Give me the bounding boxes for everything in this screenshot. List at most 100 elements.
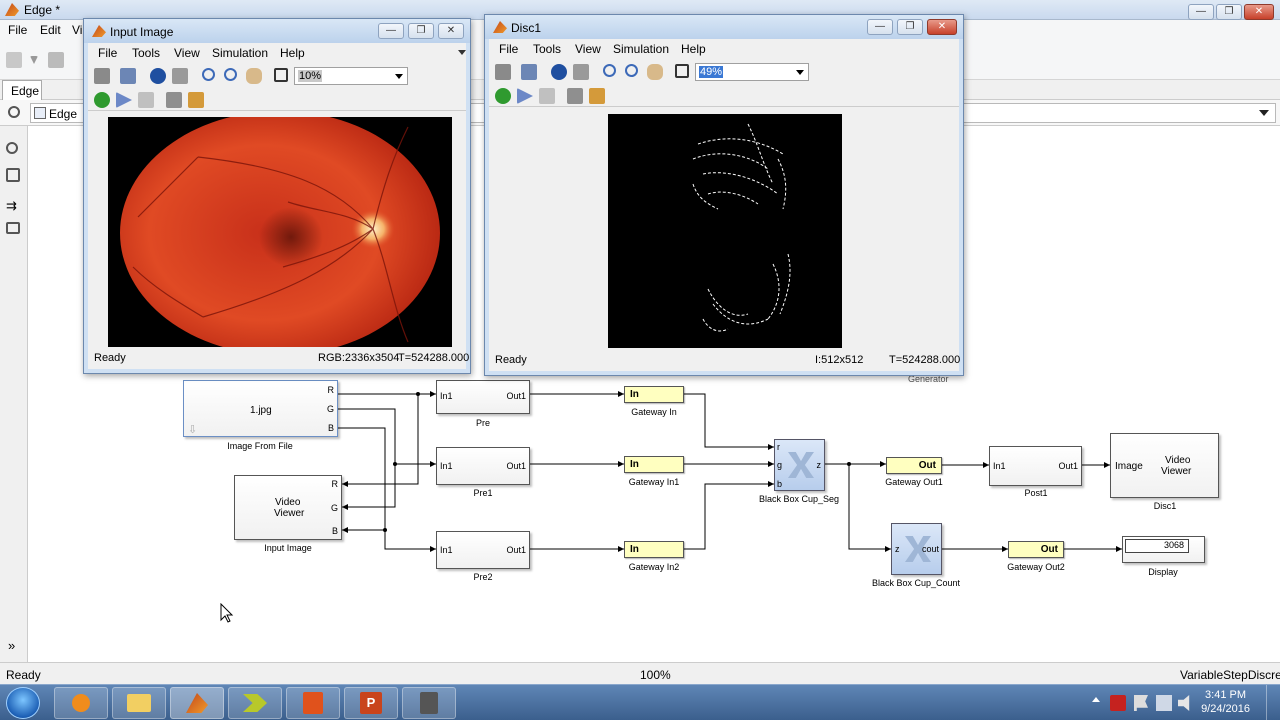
- dock-icon[interactable]: [458, 50, 466, 55]
- system-clock[interactable]: 3:41 PM 9/24/2016: [1201, 688, 1250, 716]
- zoom-out-icon[interactable]: [224, 68, 237, 81]
- gateway-out1-block[interactable]: Out: [886, 457, 942, 474]
- highlight-block-icon[interactable]: [188, 92, 204, 108]
- menu-file[interactable]: File: [499, 42, 518, 56]
- input-zoom-select[interactable]: 10%: [294, 67, 408, 85]
- menu-help[interactable]: Help: [280, 46, 305, 60]
- flag-tray-icon[interactable]: [1134, 695, 1148, 711]
- disc1-viewer-window[interactable]: Disc1 — ❐ ✕ File Tools View Simulation H…: [484, 14, 964, 376]
- run-icon[interactable]: [495, 88, 511, 104]
- pre1-block[interactable]: In1 Out1: [436, 447, 530, 485]
- powerpoint-taskbar-icon[interactable]: P: [344, 687, 398, 719]
- gateway-in-block[interactable]: In: [624, 386, 684, 403]
- print-icon[interactable]: [495, 64, 511, 80]
- menu-simulation[interactable]: Simulation: [212, 46, 268, 60]
- volume-tray-icon[interactable]: [1178, 695, 1190, 711]
- menu-view[interactable]: View: [174, 46, 200, 60]
- pre1-out-port: Out1: [506, 461, 526, 471]
- post1-block[interactable]: In1 Out1: [989, 446, 1082, 486]
- info-icon[interactable]: [150, 68, 166, 84]
- pre2-block[interactable]: In1 Out1: [436, 531, 530, 569]
- zoom-level: 100%: [640, 668, 671, 682]
- input-viewer-close-button[interactable]: ✕: [438, 23, 464, 39]
- gateway-out2-block[interactable]: Out: [1008, 541, 1064, 558]
- pre1-label: Pre1: [473, 488, 493, 498]
- chevron-down-icon: [796, 70, 804, 75]
- input-viewer-maximize-button[interactable]: ❐: [408, 23, 434, 39]
- gateway-in1-block[interactable]: In: [624, 456, 684, 473]
- pan-hand-icon[interactable]: [647, 64, 663, 80]
- media-player-taskbar-icon[interactable]: [54, 687, 108, 719]
- file-explorer-taskbar-icon[interactable]: [112, 687, 166, 719]
- print-icon[interactable]: [94, 68, 110, 84]
- tray-expand-icon[interactable]: [1092, 697, 1100, 702]
- input-viewer-title: Input Image: [110, 25, 174, 39]
- gateway-in1-text: In: [630, 459, 639, 470]
- image-from-file-block[interactable]: 1.jpg R G B ⇩: [183, 380, 338, 437]
- zoom-in-icon[interactable]: [603, 64, 616, 77]
- stop-icon[interactable]: [138, 92, 154, 108]
- pixel-region-icon[interactable]: [573, 64, 589, 80]
- pre-block[interactable]: In1 Out1: [436, 380, 530, 414]
- highlight-block-icon[interactable]: [589, 88, 605, 104]
- video-viewer-disc-block[interactable]: Image Video Viewer: [1110, 433, 1219, 498]
- menu-tools[interactable]: Tools: [132, 46, 160, 60]
- pan-hand-icon[interactable]: [246, 68, 262, 84]
- export-icon[interactable]: [521, 64, 537, 80]
- xilinx-taskbar-icon[interactable]: [228, 687, 282, 719]
- stop-icon[interactable]: [539, 88, 555, 104]
- fundus-image: [108, 117, 452, 347]
- disc1-viewer-title: Disc1: [511, 21, 542, 35]
- disc1-viewer-time: T=524288.000: [889, 354, 961, 366]
- black-box-cup-seg-block[interactable]: r g b z: [774, 439, 825, 491]
- acrobat-tray-icon[interactable]: [1110, 695, 1126, 711]
- camera-taskbar-icon[interactable]: [402, 687, 456, 719]
- snapshot-icon[interactable]: [567, 88, 583, 104]
- input-image-viewer-window[interactable]: Input Image — ❐ ✕ File Tools View Simula…: [83, 18, 471, 374]
- disc1-viewer-titlebar[interactable]: Disc1 — ❐ ✕: [485, 15, 963, 39]
- input-image-display-area: [88, 111, 466, 349]
- menu-help[interactable]: Help: [681, 42, 706, 56]
- office-taskbar-icon[interactable]: [286, 687, 340, 719]
- input-viewer-minimize-button[interactable]: —: [378, 23, 404, 39]
- run-icon[interactable]: [94, 92, 110, 108]
- black-box-cup-count-block[interactable]: z cout: [891, 523, 942, 575]
- export-icon[interactable]: [120, 68, 136, 84]
- fit-to-window-icon[interactable]: [274, 68, 288, 82]
- show-desktop-button[interactable]: [1266, 685, 1280, 720]
- start-button[interactable]: [6, 687, 40, 719]
- disc1-viewer-maximize-button[interactable]: ❐: [897, 19, 923, 35]
- image-from-file-label: Image From File: [227, 441, 293, 451]
- input-zoom-value: 10%: [298, 70, 323, 82]
- matlab-taskbar-icon[interactable]: [170, 687, 224, 719]
- down-arrow-icon: ⇩: [188, 424, 198, 436]
- menu-file[interactable]: File: [98, 46, 117, 60]
- step-forward-icon[interactable]: [517, 88, 533, 104]
- zoom-in-icon[interactable]: [202, 68, 215, 81]
- snapshot-icon[interactable]: [166, 92, 182, 108]
- menu-view[interactable]: View: [575, 42, 601, 56]
- network-tray-icon[interactable]: [1156, 695, 1172, 711]
- menu-tools[interactable]: Tools: [533, 42, 561, 56]
- pixel-region-icon[interactable]: [172, 68, 188, 84]
- port-g: G: [330, 503, 338, 513]
- post1-label: Post1: [1024, 488, 1048, 498]
- disc1-zoom-select[interactable]: 49%: [695, 63, 809, 81]
- step-forward-icon[interactable]: [116, 92, 132, 108]
- gateway-in2-block[interactable]: In: [624, 541, 684, 558]
- port-r: R: [331, 479, 339, 489]
- display-block[interactable]: 3068: [1122, 536, 1205, 563]
- xilinx-logo-icon: [788, 452, 814, 478]
- menu-simulation[interactable]: Simulation: [613, 42, 669, 56]
- disc1-viewer-minimize-button[interactable]: —: [867, 19, 893, 35]
- video-viewer-input-label: Input Image: [264, 543, 312, 553]
- zoom-out-icon[interactable]: [625, 64, 638, 77]
- info-icon[interactable]: [551, 64, 567, 80]
- disc1-viewer-toolbar: 49%: [489, 59, 959, 85]
- video-viewer-input-block[interactable]: Video Viewer R G B: [234, 475, 342, 540]
- fit-to-window-icon[interactable]: [675, 64, 689, 78]
- input-viewer-titlebar[interactable]: Input Image — ❐ ✕: [84, 19, 470, 43]
- pre-label: Pre: [475, 418, 490, 428]
- disc1-viewer-close-button[interactable]: ✕: [927, 19, 957, 35]
- viewer-text-2: Viewer: [274, 508, 305, 519]
